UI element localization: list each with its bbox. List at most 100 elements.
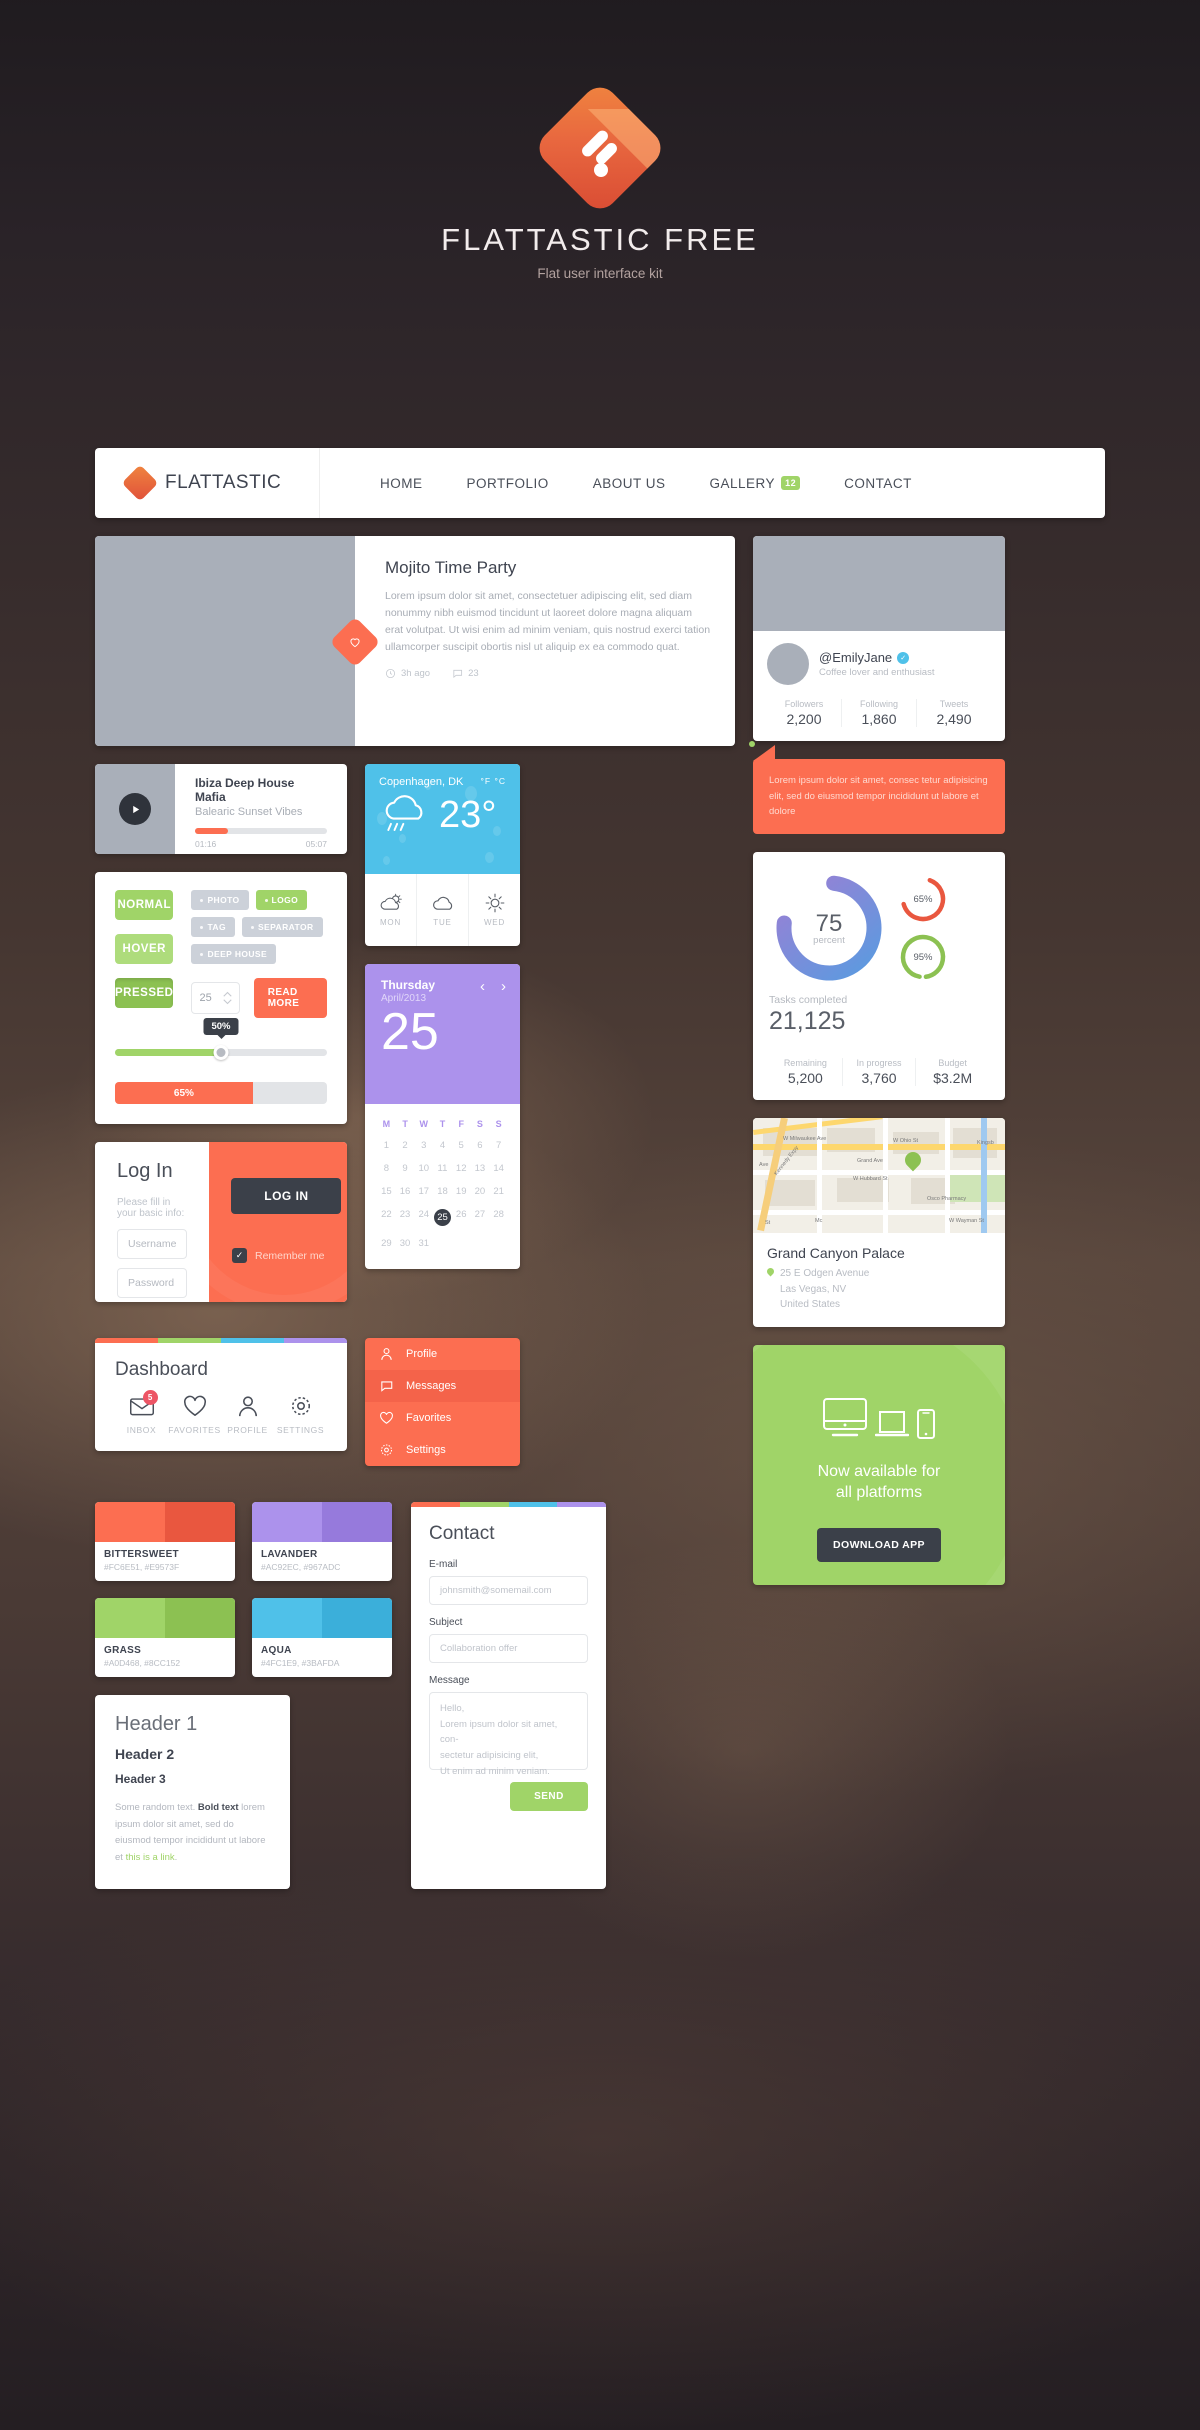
calendar-day[interactable]: 10	[414, 1157, 433, 1180]
calendar-day-selected[interactable]: 25	[433, 1203, 452, 1232]
calendar-day[interactable]: 11	[433, 1157, 452, 1180]
calendar-day[interactable]: 31	[414, 1232, 433, 1255]
message-field[interactable]: Hello, Lorem ipsum dolor sit amet, con- …	[429, 1692, 588, 1777]
main-progress-ring: 75 percent	[769, 868, 889, 988]
stepper-arrows[interactable]	[223, 991, 232, 1005]
unit-fahrenheit[interactable]: °F	[480, 776, 491, 786]
calendar-day[interactable]: 7	[489, 1134, 508, 1157]
slider-handle[interactable]	[213, 1045, 229, 1060]
calendar-day[interactable]: 6	[471, 1134, 490, 1157]
dashboard-item-favorites[interactable]: FAVORITES	[168, 1395, 221, 1435]
tag-deep-house[interactable]: DEEP HOUSE	[191, 944, 277, 964]
range-slider[interactable]: 50%	[115, 1018, 327, 1064]
dashboard-item-settings[interactable]: SETTINGS	[274, 1395, 327, 1435]
swatch-grass: GRASS #A0D468, #8CC152	[95, 1598, 235, 1677]
map-label: W Ohio St	[893, 1138, 919, 1145]
map-image[interactable]: W Milwaukee Ave W Ohio St Kingsb Kennedy…	[753, 1118, 1005, 1234]
nav-label: HOME	[380, 475, 423, 491]
subject-field[interactable]: Collaboration offer	[429, 1634, 588, 1663]
calendar-nav[interactable]: ‹ ›	[480, 978, 506, 995]
calendar-day[interactable]: 8	[377, 1157, 396, 1180]
menu-item-profile[interactable]: Profile	[365, 1338, 520, 1370]
calendar-day[interactable]: 14	[489, 1157, 508, 1180]
calendar-prev-button[interactable]: ‹	[480, 978, 485, 995]
calendar-day[interactable]: 5	[452, 1134, 471, 1157]
menu-item-label: Profile	[406, 1348, 438, 1360]
calendar-day	[471, 1232, 490, 1255]
calendar-day[interactable]: 2	[396, 1134, 415, 1157]
calendar-day[interactable]: 28	[489, 1203, 508, 1232]
location-name: Grand Canyon Palace	[767, 1245, 905, 1262]
quantity-stepper[interactable]: 25	[191, 982, 240, 1014]
menu-item-favorites[interactable]: Favorites	[365, 1402, 520, 1434]
read-more-button[interactable]: READ MORE	[253, 978, 328, 1018]
remember-me-checkbox[interactable]: ✓	[232, 1248, 247, 1263]
stats-rings: 75 percent 65% 95%	[769, 868, 989, 988]
dashboard-item-inbox[interactable]: 5 INBOX	[115, 1390, 168, 1435]
calendar-day[interactable]: 21	[489, 1180, 508, 1203]
calendar-day[interactable]: 29	[377, 1232, 396, 1255]
remember-me-row[interactable]: ✓ Remember me	[231, 1248, 325, 1263]
calendar-week-row: 29 30 31	[377, 1232, 508, 1255]
calendar-day[interactable]: 12	[452, 1157, 471, 1180]
stat-value: 2,490	[936, 711, 972, 727]
email-field[interactable]: johnsmith@somemail.com	[429, 1576, 588, 1605]
password-field[interactable]: Password	[117, 1268, 188, 1298]
send-button[interactable]: SEND	[510, 1782, 588, 1811]
calendar-day[interactable]: 16	[396, 1180, 415, 1203]
tag-photo[interactable]: PHOTO	[191, 890, 249, 910]
swatch-hex: #FC6E51, #E9573F	[104, 1562, 180, 1572]
tag-separator[interactable]: SEPARATOR	[241, 917, 323, 937]
weather-unit-toggle[interactable]: °F °C	[480, 776, 506, 786]
menu-item-settings[interactable]: Settings	[365, 1434, 520, 1466]
play-button[interactable]	[119, 793, 151, 825]
button-hover[interactable]: HOVER	[115, 934, 174, 964]
nav-link-about-us[interactable]: ABOUT US	[593, 476, 666, 491]
download-headline: Now available for all platforms	[817, 1462, 941, 1502]
dashboard-item-profile[interactable]: PROFILE	[221, 1395, 274, 1435]
calendar-day[interactable]: 20	[471, 1180, 490, 1203]
nav-link-portfolio[interactable]: PORTFOLIO	[467, 476, 549, 491]
button-normal[interactable]: NORMAL	[115, 890, 174, 920]
calendar-day[interactable]: 30	[396, 1232, 415, 1255]
handle-text: @EmilyJane	[819, 650, 893, 665]
calendar-day[interactable]: 18	[433, 1180, 452, 1203]
calendar-day[interactable]: 24	[414, 1203, 433, 1232]
nav-link-contact[interactable]: CONTACT	[844, 476, 912, 491]
calendar-day[interactable]: 3	[414, 1134, 433, 1157]
username-field[interactable]: Username	[117, 1229, 188, 1259]
calendar-day[interactable]: 22	[377, 1203, 396, 1232]
stat-label: Remaining	[783, 1058, 827, 1069]
featured-comments[interactable]: 23	[452, 668, 479, 679]
calendar-day[interactable]: 17	[414, 1180, 433, 1203]
menu-item-messages[interactable]: Messages	[365, 1370, 520, 1402]
inbox-badge: 5	[142, 1390, 158, 1405]
unit-celsius[interactable]: °C	[494, 776, 506, 786]
download-app-button[interactable]: DOWNLOAD APP	[817, 1527, 941, 1562]
calendar-day[interactable]: 9	[396, 1157, 415, 1180]
tag-logo[interactable]: LOGO	[255, 890, 308, 910]
playback-progress-bar[interactable]	[195, 828, 327, 834]
sun-icon	[485, 893, 504, 913]
nav-link-home[interactable]: HOME	[380, 476, 423, 491]
calendar-day[interactable]: 27	[471, 1203, 490, 1232]
calendar-day[interactable]: 1	[377, 1134, 396, 1157]
swatch-name: LAVANDER	[261, 1549, 318, 1560]
swatch-bittersweet: BITTERSWEET #FC6E51, #E9573F	[95, 1502, 235, 1581]
stat-value: 5,200	[787, 1070, 823, 1087]
calendar-day[interactable]: 19	[452, 1180, 471, 1203]
navbar-brand[interactable]: FLATTASTIC	[95, 448, 320, 518]
calendar-day[interactable]: 4	[433, 1134, 452, 1157]
heart-icon	[350, 638, 360, 648]
login-button[interactable]: LOG IN	[231, 1178, 342, 1214]
calendar-day[interactable]: 26	[452, 1203, 471, 1232]
nav-link-gallery[interactable]: GALLERY 12	[710, 475, 801, 491]
calendar-day[interactable]: 15	[377, 1180, 396, 1203]
button-pressed[interactable]: PRESSED	[115, 978, 174, 1008]
calendar-next-button[interactable]: ›	[501, 978, 506, 995]
tag-tag[interactable]: TAG	[191, 917, 235, 937]
calendar-day[interactable]: 23	[396, 1203, 415, 1232]
calendar-day[interactable]: 13	[471, 1157, 490, 1180]
ring-value: 75	[815, 910, 843, 938]
typo-link[interactable]: this is a link	[126, 1852, 175, 1863]
